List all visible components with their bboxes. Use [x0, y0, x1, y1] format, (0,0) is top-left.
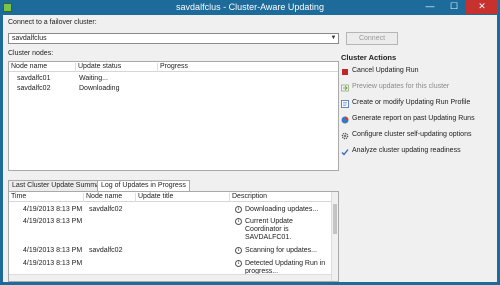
- action-create-modify-profile[interactable]: Create or modify Updating Run Profile: [341, 99, 491, 109]
- column-header-time[interactable]: Time: [9, 193, 26, 202]
- cluster-nodes-label: Cluster nodes:: [8, 50, 54, 57]
- column-header-progress[interactable]: Progress: [157, 63, 188, 72]
- client-area: Connect to a failover cluster: savdalfcl…: [3, 15, 497, 282]
- column-header-description[interactable]: Description: [229, 193, 267, 202]
- log-time-cell: 4/19/2013 8:13 PM: [23, 247, 83, 254]
- title-bar[interactable]: savdalfclus - Cluster-Aware Updating — ☐…: [0, 0, 500, 15]
- column-header-node-name[interactable]: Node name: [83, 193, 122, 202]
- action-label: Analyze cluster updating readiness: [352, 147, 461, 154]
- log-description-cell: Current Update: [245, 218, 293, 225]
- action-label: Generate report on past Updating Runs: [352, 115, 475, 122]
- pane-splitter[interactable]: [8, 175, 339, 177]
- update-status-cell: Downloading: [79, 85, 120, 92]
- log-description-cell: Coordinator is: [245, 226, 289, 233]
- gear-icon: [341, 132, 349, 140]
- log-description-cell: Scanning for updates...: [245, 247, 317, 254]
- chevron-down-icon[interactable]: ▼: [329, 34, 338, 43]
- node-name-cell[interactable]: savdalfc02: [17, 85, 50, 92]
- action-configure-self-updating[interactable]: Configure cluster self-updating options: [341, 131, 491, 141]
- cluster-actions-heading: Cluster Actions: [341, 53, 397, 62]
- log-time-cell: 4/19/2013 8:13 PM: [23, 206, 83, 213]
- info-icon: i: [235, 218, 242, 225]
- checkmark-icon: [341, 149, 349, 156]
- action-preview-updates[interactable]: Preview updates for this cluster: [341, 83, 491, 93]
- action-label: Cancel Updating Run: [352, 67, 419, 74]
- log-node-cell: savdalfc02: [89, 206, 123, 213]
- scroll-thumb[interactable]: [333, 204, 337, 234]
- preview-icon: [341, 84, 349, 92]
- minimize-button[interactable]: —: [418, 0, 442, 14]
- log-node-cell: savdalfc02: [89, 247, 123, 254]
- log-description-cell: Detected Updating Run in: [245, 260, 326, 267]
- action-label: Configure cluster self-updating options: [352, 131, 472, 138]
- vertical-scrollbar[interactable]: [331, 192, 338, 281]
- horizontal-scrollbar[interactable]: [9, 274, 331, 281]
- connect-button[interactable]: Connect: [346, 32, 398, 45]
- app-window: savdalfclus - Cluster-Aware Updating — ☐…: [0, 0, 500, 285]
- info-icon: i: [235, 247, 242, 254]
- action-label: Create or modify Updating Run Profile: [352, 99, 471, 106]
- log-description-cell: Downloading updates...: [245, 206, 319, 213]
- action-label: Preview updates for this cluster: [352, 83, 450, 90]
- column-header-node-name[interactable]: Node name: [9, 63, 47, 72]
- stop-icon: [342, 69, 348, 75]
- cluster-nodes-table: Node name Update status Progress savdalf…: [8, 61, 339, 171]
- info-icon: i: [235, 260, 242, 267]
- nodes-table-header: Node name Update status Progress: [9, 62, 338, 72]
- log-time-cell: 4/19/2013 8:13 PM: [23, 218, 83, 225]
- log-table-header: Time Node name Update title Description: [9, 192, 338, 202]
- info-icon: i: [235, 206, 242, 213]
- update-status-cell: Waiting...: [79, 75, 108, 82]
- node-name-cell[interactable]: savdalfc01: [17, 75, 50, 82]
- tab-last-cluster-update-summary[interactable]: Last Cluster Update Summary: [8, 180, 110, 191]
- update-log-table: Time Node name Update title Description …: [8, 191, 339, 282]
- cluster-combobox[interactable]: savdalfclus ▼: [8, 33, 339, 44]
- maximize-button[interactable]: ☐: [442, 0, 466, 14]
- connect-label: Connect to a failover cluster:: [8, 19, 97, 26]
- action-cancel-updating-run[interactable]: Cancel Updating Run: [341, 67, 491, 77]
- log-description-cell: SAVDALFC01.: [245, 234, 292, 241]
- column-header-update-title[interactable]: Update title: [135, 193, 173, 202]
- column-header-update-status[interactable]: Update status: [75, 63, 121, 72]
- log-time-cell: 4/19/2013 8:13 PM: [23, 260, 83, 267]
- action-analyze-readiness[interactable]: Analyze cluster updating readiness: [341, 147, 491, 157]
- action-generate-report[interactable]: Generate report on past Updating Runs: [341, 115, 491, 125]
- cluster-combobox-value: savdalfclus: [12, 35, 47, 42]
- report-icon: [341, 116, 349, 124]
- tab-log-of-updates[interactable]: Log of Updates in Progress: [97, 180, 190, 191]
- profile-icon: [341, 100, 349, 108]
- close-button[interactable]: ✕: [466, 0, 498, 14]
